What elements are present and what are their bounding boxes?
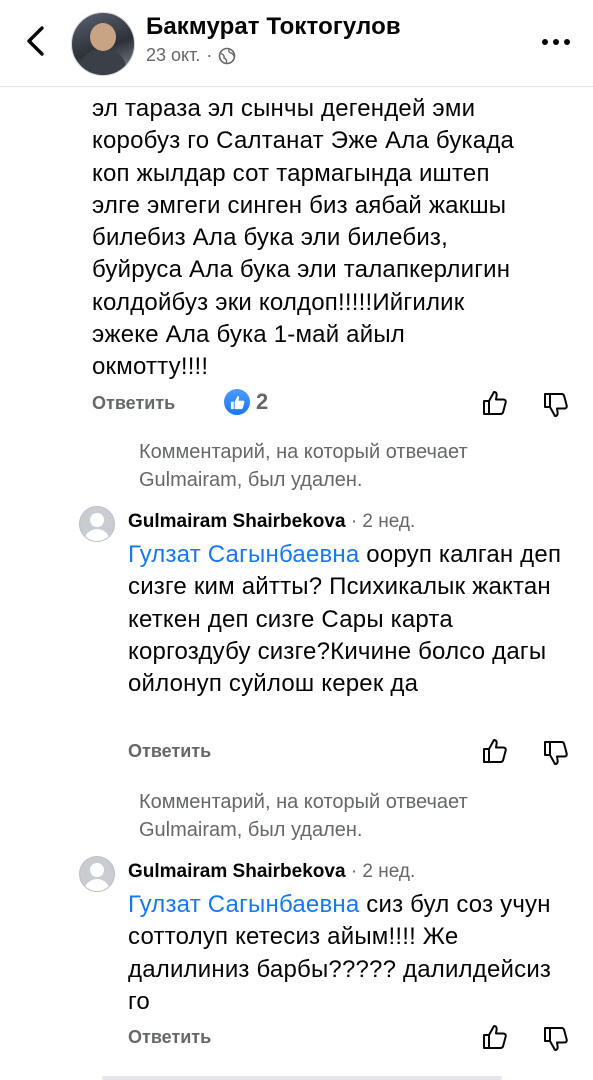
reply-button[interactable]: Ответить: [128, 1027, 211, 1048]
comment-line: колдойбуз эки колдоп!!!!!Ийгилик: [92, 288, 465, 316]
meta-separator: ·: [206, 45, 213, 65]
reply-author-name[interactable]: Gulmairam Shairbekova: [128, 511, 346, 532]
comment-line: эжеке Ала бука 1-май айыл: [92, 321, 405, 349]
more-dots-icon[interactable]: [541, 37, 571, 47]
reply-button[interactable]: Ответить: [92, 393, 175, 414]
reply-text: Гулзат Сагынбаевна ооруп калган деп сизг…: [128, 539, 578, 700]
reply-text: Гулзат Сагынбаевна сиз бул соз учун сотт…: [128, 889, 578, 1018]
thumbs-down-icon[interactable]: [542, 1025, 570, 1053]
mention-link[interactable]: Гулзат Сагынбаевна: [128, 891, 359, 918]
author-avatar[interactable]: [71, 12, 135, 76]
avatar[interactable]: [79, 506, 115, 542]
chevron-left-icon[interactable]: [20, 22, 54, 60]
reaction-summary[interactable]: 2: [224, 389, 268, 415]
reply-author: Gulmairam Shairbekova · 2 нед.: [128, 861, 415, 883]
post-date[interactable]: 23 окт.: [146, 45, 200, 66]
comment-line: окмотту!!!!: [92, 353, 209, 381]
comment-line: эл тараза эл сынчы дегендей эми: [92, 95, 476, 122]
thumbs-up-icon[interactable]: [481, 737, 509, 765]
mention-link[interactable]: Гулзат Сагынбаевна: [128, 541, 359, 568]
comment-line: коробуз го Салтанат Эже Ала букада: [92, 127, 515, 155]
reply-author: Gulmairam Shairbekova · 2 нед.: [128, 511, 415, 533]
comment-line: буйруса Ала бука эли талапкерлигин: [92, 256, 511, 284]
like-count: 2: [256, 389, 269, 414]
comment-line: коп жылдар сот тармагында иштеп: [92, 159, 490, 187]
reply-time: · 2 нед.: [345, 861, 416, 882]
author-name[interactable]: Бакмурат Токтогулов: [146, 13, 401, 41]
post-meta: 23 окт. ·: [146, 45, 236, 66]
deleted-comment-notice: Комментарий, на который отвечает Gulmair…: [139, 441, 468, 491]
comment-text: эл тараза эл сынчы дегендей эми коробуз …: [92, 93, 582, 384]
post-header: Бакмурат Токтогулов 23 окт. ·: [0, 0, 593, 87]
globe-icon: [219, 47, 236, 64]
like-badge-icon: [224, 389, 250, 415]
reply-author-name[interactable]: Gulmairam Shairbekova: [128, 861, 346, 882]
comment-line: элге эмгеги синген биз аябай жакшы: [92, 191, 507, 219]
thumbs-up-icon[interactable]: [481, 1023, 509, 1051]
avatar[interactable]: [79, 856, 115, 892]
thumbs-up-icon[interactable]: [481, 389, 509, 417]
thumbs-down-icon[interactable]: [542, 391, 570, 419]
deleted-comment-notice: Комментарий, на который отвечает Gulmair…: [139, 791, 468, 841]
scroll-divider: [102, 1076, 502, 1080]
thumbs-down-icon[interactable]: [542, 739, 570, 767]
comment-line: билебиз Ала бука эли билебиз,: [92, 224, 449, 252]
reply-button[interactable]: Ответить: [128, 741, 211, 762]
reply-time: · 2 нед.: [345, 511, 416, 532]
